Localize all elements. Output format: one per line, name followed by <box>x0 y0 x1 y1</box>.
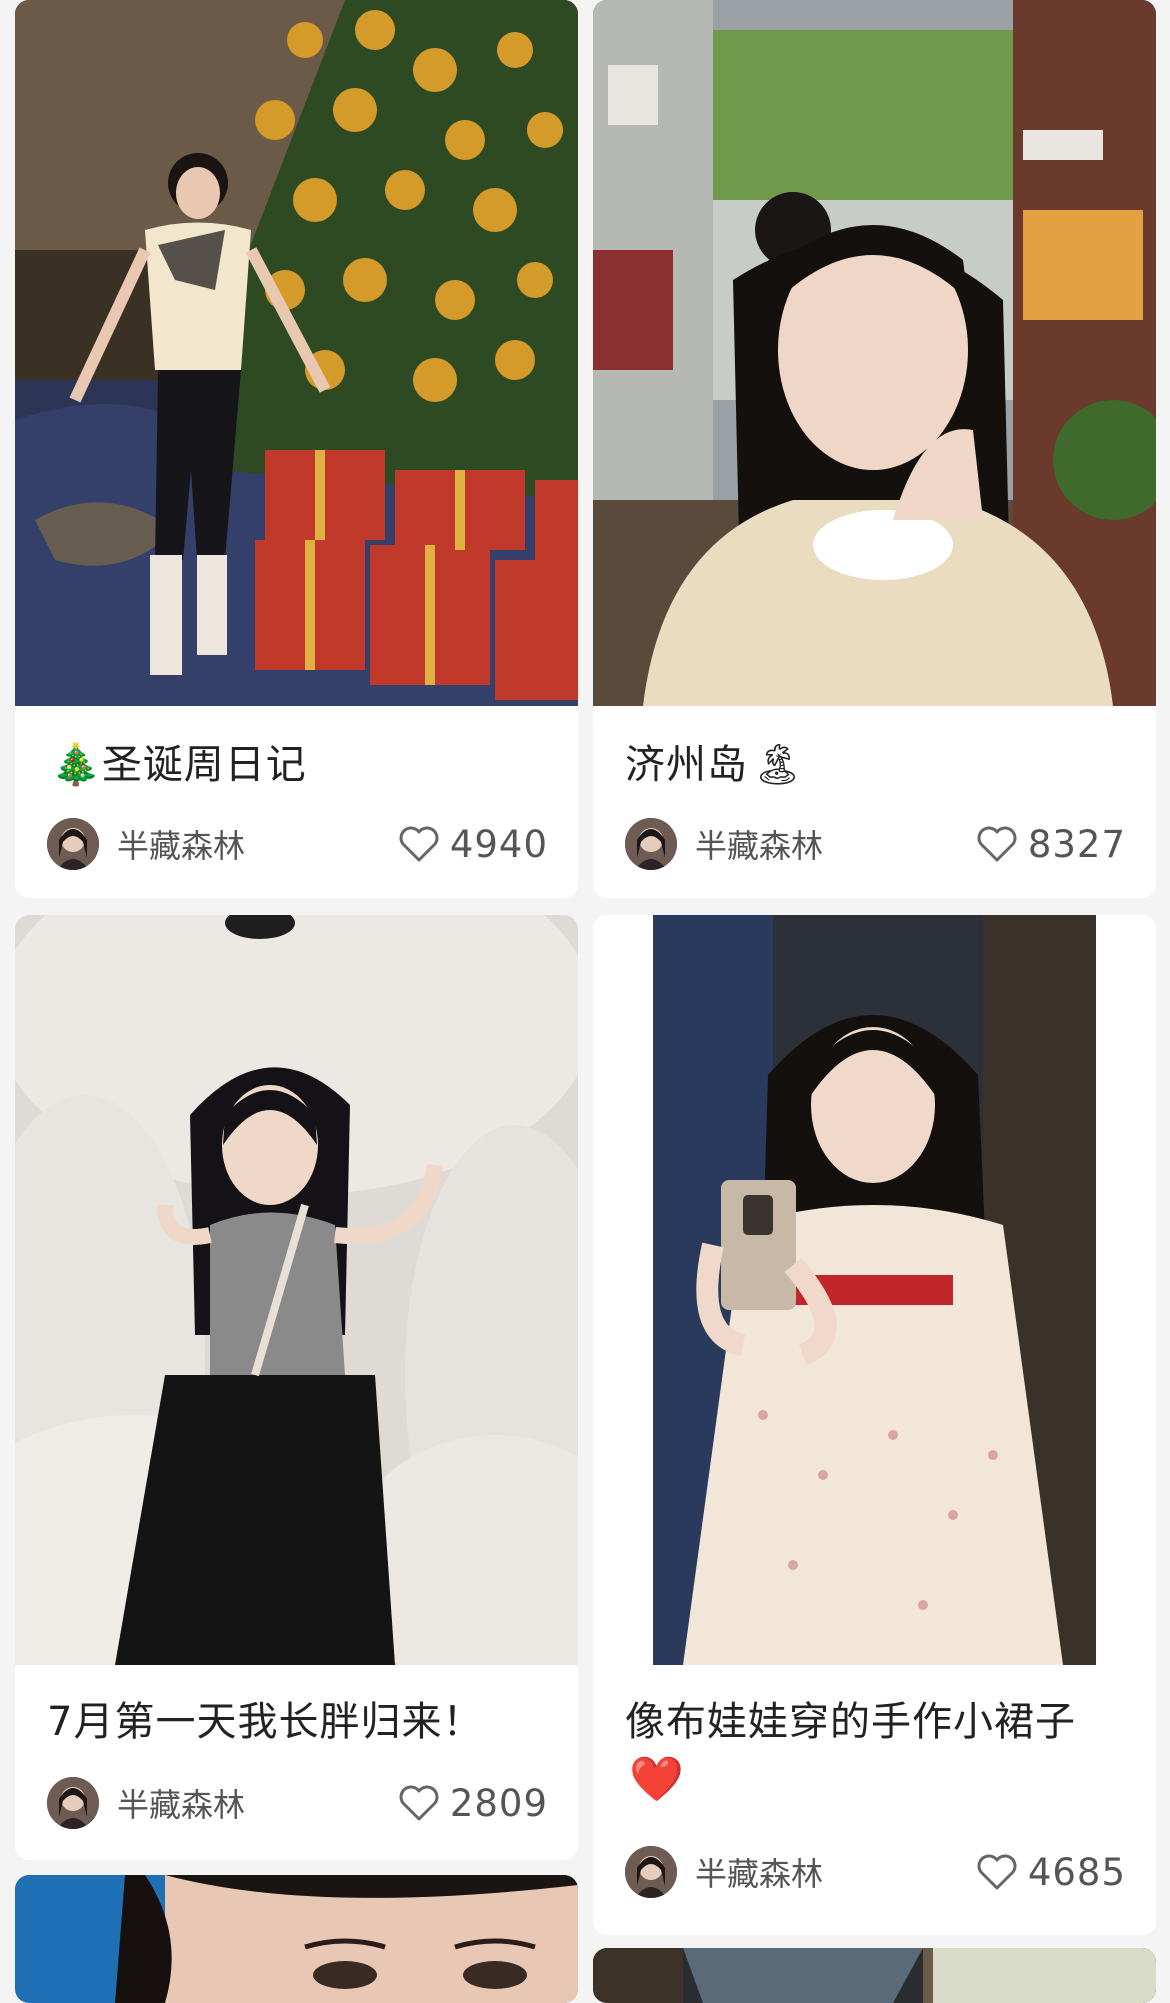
note-title[interactable]: 济州岛 🏝 <box>625 736 1132 794</box>
note-card[interactable] <box>593 1948 1156 2003</box>
like-button[interactable]: 8327 <box>976 823 1126 866</box>
heart-outline-icon <box>977 1854 1017 1890</box>
note-meta: 半藏森林 4685 <box>625 1846 1126 1898</box>
note-card[interactable]: 像布娃娃穿的手作小裙子 ❤️ 半藏森林 4685 <box>593 915 1156 1935</box>
like-count: 2809 <box>449 1781 548 1825</box>
note-meta: 半藏森林 4940 <box>47 818 548 870</box>
author-name[interactable]: 半藏森林 <box>117 821 245 867</box>
like-count: 4685 <box>1027 1850 1126 1894</box>
note-title-text: 济州岛 <box>625 742 748 788</box>
author-avatar[interactable] <box>625 1846 677 1898</box>
note-cover-image[interactable] <box>593 1948 1156 2003</box>
author-avatar[interactable] <box>625 818 677 870</box>
like-button[interactable]: 4940 <box>398 823 548 866</box>
note-title[interactable]: 🎄圣诞周日记 <box>47 736 554 794</box>
christmas-tree-emoji: 🎄 <box>51 742 102 788</box>
like-button[interactable]: 4685 <box>976 1851 1126 1894</box>
note-card[interactable]: 济州岛 🏝 半藏森林 8327 <box>593 0 1156 898</box>
note-meta: 半藏森林 2809 <box>47 1777 548 1829</box>
note-title[interactable]: 像布娃娃穿的手作小裙子 ❤️ <box>625 1693 1132 1810</box>
heart-outline-icon <box>977 826 1017 862</box>
note-cover-image[interactable] <box>15 915 578 1665</box>
note-title-text: 圣诞周日记 <box>101 742 307 788</box>
note-card[interactable]: 🎄圣诞周日记 半藏森林 4940 <box>15 0 578 898</box>
note-cover-image[interactable] <box>593 915 1156 1665</box>
note-cover-image[interactable] <box>15 1875 578 2003</box>
note-card[interactable]: 7月第一天我长胖归来！ 半藏森林 2809 <box>15 915 578 1860</box>
note-title[interactable]: 7月第一天我长胖归来！ <box>47 1693 554 1751</box>
author-name[interactable]: 半藏森林 <box>695 821 823 867</box>
like-button[interactable]: 2809 <box>398 1782 548 1825</box>
heart-outline-icon <box>399 826 439 862</box>
note-title-text: 像布娃娃穿的手作小裙子 <box>625 1699 1076 1745</box>
red-heart-emoji: ❤️ <box>629 1754 685 1805</box>
like-count: 4940 <box>449 822 548 866</box>
author-name[interactable]: 半藏森林 <box>117 1780 245 1826</box>
note-meta: 半藏森林 8327 <box>625 818 1126 870</box>
waterfall-feed: 🎄圣诞周日记 半藏森林 4940 济州岛 🏝 半藏森林 8327 7月第一天我长… <box>0 0 1170 2003</box>
note-card[interactable] <box>15 1875 578 2003</box>
note-cover-image[interactable] <box>15 0 578 706</box>
author-avatar[interactable] <box>47 818 99 870</box>
note-cover-image[interactable] <box>593 0 1156 706</box>
like-count: 8327 <box>1027 822 1126 866</box>
note-title-text: 7月第一天我长胖归来！ <box>47 1699 484 1745</box>
island-emoji: 🏝 <box>752 742 804 788</box>
heart-outline-icon <box>399 1785 439 1821</box>
author-avatar[interactable] <box>47 1777 99 1829</box>
author-name[interactable]: 半藏森林 <box>695 1849 823 1895</box>
